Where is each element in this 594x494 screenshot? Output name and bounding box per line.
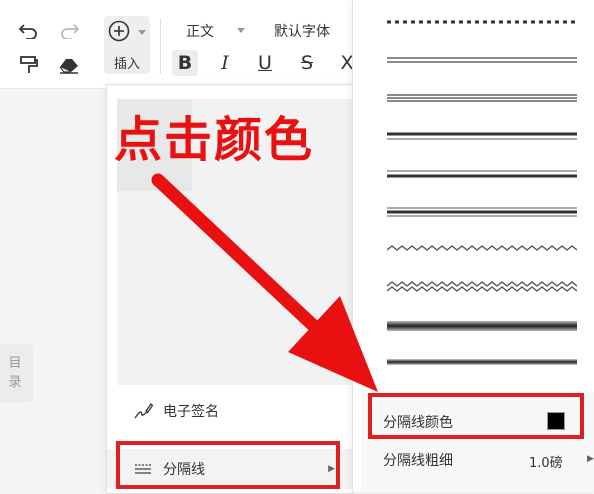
annotation-arrow xyxy=(151,173,378,392)
